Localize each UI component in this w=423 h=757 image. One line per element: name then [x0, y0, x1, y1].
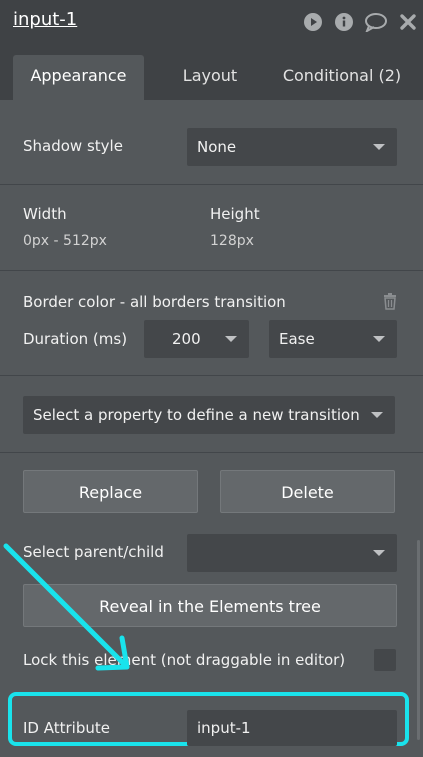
tab-appearance[interactable]: Appearance — [13, 55, 144, 100]
close-icon[interactable] — [398, 12, 418, 32]
divider — [0, 452, 423, 453]
id-attribute-input[interactable]: input-1 — [187, 710, 397, 746]
play-icon[interactable] — [303, 12, 323, 32]
shadow-style-label: Shadow style — [23, 137, 123, 155]
id-attribute-value: input-1 — [197, 719, 251, 737]
id-attribute-label: ID Attribute — [23, 719, 110, 737]
chevron-down-icon — [373, 144, 385, 150]
easing-value: Ease — [279, 330, 315, 348]
duration-value: 200 — [172, 330, 201, 348]
duration-label: Duration (ms) — [23, 330, 128, 348]
duration-select[interactable]: 200 — [144, 320, 249, 358]
divider — [0, 270, 423, 271]
shadow-style-select[interactable]: None — [187, 128, 397, 166]
panel-header: input-1 — [0, 0, 423, 45]
new-transition-select[interactable]: Select a property to define a new transi… — [23, 396, 395, 434]
info-icon[interactable] — [334, 12, 354, 32]
replace-button[interactable]: Replace — [23, 470, 198, 513]
element-title[interactable]: input-1 — [13, 9, 77, 30]
shadow-style-value: None — [197, 138, 237, 156]
divider — [0, 184, 423, 185]
chevron-down-icon — [225, 336, 237, 342]
annotation-arrow-icon — [3, 543, 130, 671]
transition-title: Border color - all borders transition — [23, 293, 286, 311]
easing-select[interactable]: Ease — [269, 320, 397, 358]
divider — [0, 375, 423, 376]
tab-conditional[interactable]: Conditional (2) — [272, 55, 412, 100]
chevron-down-icon — [373, 550, 385, 556]
width-value: 0px - 512px — [23, 233, 107, 249]
delete-button[interactable]: Delete — [220, 470, 395, 513]
trash-icon[interactable] — [382, 292, 398, 310]
comment-icon[interactable] — [364, 12, 388, 32]
tab-layout[interactable]: Layout — [160, 55, 260, 100]
chevron-down-icon — [373, 336, 385, 342]
scrollbar[interactable] — [417, 540, 420, 740]
lock-element-checkbox[interactable] — [374, 649, 396, 671]
tab-bar: Appearance Layout Conditional (2) — [0, 45, 423, 100]
width-label: Width — [23, 205, 67, 223]
chevron-down-icon — [371, 412, 383, 418]
parent-child-select[interactable] — [187, 534, 397, 572]
height-label: Height — [210, 205, 260, 223]
new-transition-placeholder: Select a property to define a new transi… — [33, 406, 360, 424]
height-value: 128px — [210, 233, 254, 249]
